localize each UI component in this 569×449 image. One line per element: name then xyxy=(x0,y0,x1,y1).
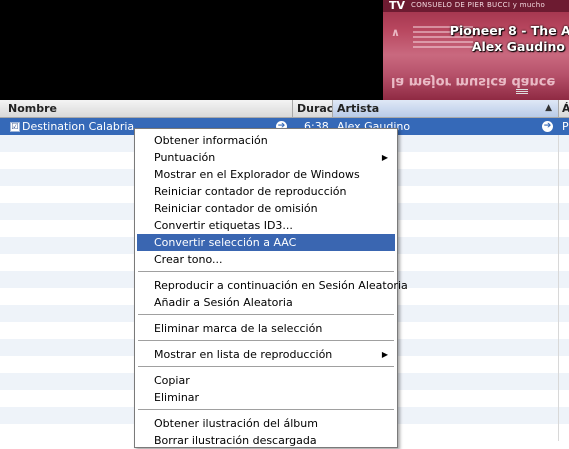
artwork-logo: ∧ xyxy=(391,26,400,39)
menu-item-add-to-ishuffle[interactable]: Añadir a Sesión Aleatoria xyxy=(137,294,395,311)
artwork-banner-text: CONSUELO DE PIER BUCCI y mucho xyxy=(411,1,546,9)
artwork-mirror-text: la mejor musica dance xyxy=(391,74,556,89)
menu-separator xyxy=(138,340,394,341)
menu-item-uncheck-selection[interactable]: Eliminar marca de la selección xyxy=(137,320,395,337)
menu-item-get-info[interactable]: Obtener información xyxy=(137,132,395,149)
menu-item-reset-play-count[interactable]: Reiniciar contador de reproducción xyxy=(137,183,395,200)
column-artist[interactable]: Artista ▲ xyxy=(333,100,559,117)
menu-separator xyxy=(138,409,394,410)
menu-separator xyxy=(138,271,394,272)
album-artwork[interactable]: TV CONSUELO DE PIER BUCCI y mucho ∧ Pion… xyxy=(383,0,569,100)
artwork-tv-logo: TV xyxy=(389,0,406,12)
menu-separator xyxy=(138,366,394,367)
menu-item-get-album-artwork[interactable]: Obtener ilustración del álbum xyxy=(137,415,395,432)
menu-item-clear-downloaded-artwork[interactable]: Borrar ilustración descargada xyxy=(137,432,395,449)
menu-item-delete[interactable]: Eliminar xyxy=(137,389,395,406)
go-arrow-icon[interactable]: ➔ xyxy=(542,121,553,132)
menu-item-rating[interactable]: Puntuación ▶ xyxy=(137,149,395,166)
context-menu: Obtener información Puntuación ▶ Mostrar… xyxy=(134,128,408,449)
artwork-banner: TV CONSUELO DE PIER BUCCI y mucho xyxy=(383,0,569,12)
menu-item-reset-skip-count[interactable]: Reiniciar contador de omisión xyxy=(137,200,395,217)
track-more: P xyxy=(562,120,569,133)
track-checkbox[interactable]: ☑ xyxy=(10,122,20,132)
column-duration[interactable]: Durac xyxy=(293,100,333,117)
menu-separator xyxy=(138,314,394,315)
submenu-arrow-icon: ▶ xyxy=(381,350,388,359)
menu-item-rating-label: Puntuación xyxy=(154,151,216,164)
column-header: Nombre Durac Artista ▲ Á xyxy=(0,100,569,118)
now-playing-artist: Alex Gaudino xyxy=(471,39,565,54)
menu-item-show-in-playlist[interactable]: Mostrar en lista de reproducción ▶ xyxy=(137,346,395,363)
column-artist-label: Artista xyxy=(337,102,380,115)
now-playing-title: Pioneer 8 - The Al xyxy=(449,23,569,38)
menu-item-create-ringtone[interactable]: Crear tono... xyxy=(137,251,395,268)
video-area: TV CONSUELO DE PIER BUCCI y mucho ∧ Pion… xyxy=(0,0,569,100)
menu-item-show-in-explorer[interactable]: Mostrar en el Explorador de Windows xyxy=(137,166,395,183)
menu-item-convert-to-aac[interactable]: Convertir selección a AAC xyxy=(137,234,395,251)
menu-item-copy[interactable]: Copiar xyxy=(137,372,395,389)
resize-grip-icon[interactable] xyxy=(516,89,528,95)
menu-item-play-next-ishuffle[interactable]: Reproducir a continuación en Sesión Alea… xyxy=(137,277,408,294)
sort-ascending-icon: ▲ xyxy=(545,103,552,113)
column-name[interactable]: Nombre xyxy=(0,100,293,117)
submenu-arrow-icon: ▶ xyxy=(381,153,388,162)
track-name: Destination Calabria xyxy=(22,120,135,133)
column-more[interactable]: Á xyxy=(559,100,569,117)
menu-item-convert-id3[interactable]: Convertir etiquetas ID3... xyxy=(137,217,395,234)
menu-item-show-in-playlist-label: Mostrar en lista de reproducción xyxy=(154,348,333,361)
